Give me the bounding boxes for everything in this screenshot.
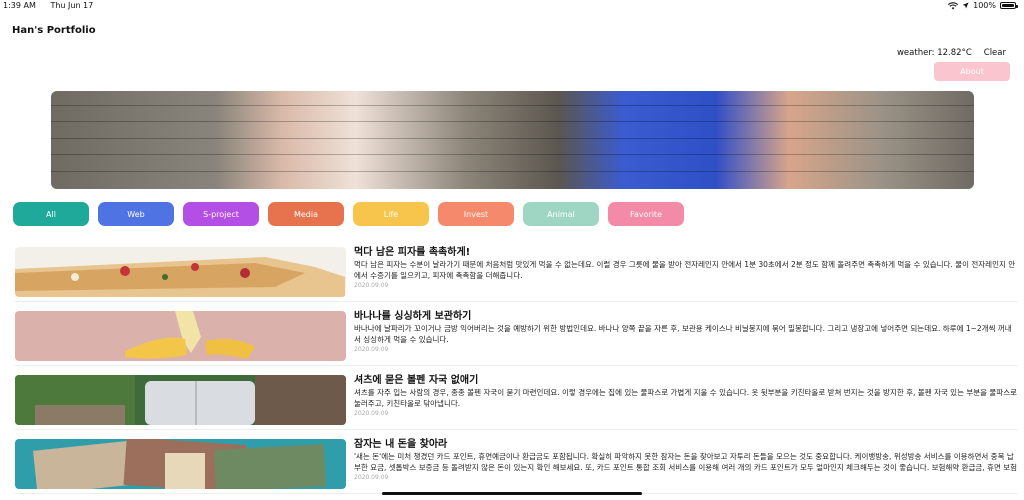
post-summary: 바나나에 날파리가 꼬이거나 금방 익어버리는 것을 예방하기 위한 방법인데요… (354, 324, 1012, 344)
status-bar: 1:39 AM Thu Jun 17 100% (0, 0, 1024, 12)
category-filter-bar: All Web S-project Media Life Invest Animal Favo… (13, 202, 684, 226)
status-date: Thu Jun 17 (50, 1, 94, 10)
weather-temperature: weather: 12.82°C (896, 48, 972, 58)
category-chip-invest[interactable]: Invest (438, 202, 514, 226)
list-item[interactable]: 바나나를 싱싱하게 보관하기 바나나에 날파리가 꼬이거나 금방 익어버리는 것… (15, 302, 1018, 366)
post-title: 바나나를 싱싱하게 보관하기 (354, 311, 472, 322)
post-summary: 셔츠를 자주 입는 사람의 경우, 종종 볼펜 자국이 묻기 마련인데요. 이렇… (354, 388, 1018, 408)
post-body: 바나나를 싱싱하게 보관하기 바나나에 날파리가 꼬이거나 금방 익어버리는 것… (354, 310, 1018, 354)
weather-condition: Clear (983, 48, 1006, 58)
list-item[interactable]: 먹다 남은 피자를 촉촉하게! 먹다 남은 피자는 수분이 날라가기 때문에 처… (15, 238, 1018, 302)
post-title: 셔츠에 묻은 볼펜 자국 없애기 (354, 375, 479, 386)
category-chip-animal[interactable]: Animal (523, 202, 599, 226)
post-summary: 먹다 남은 피자는 수분이 날라가기 때문에 처음처럼 맛있게 먹을 수 없는데… (354, 260, 1016, 280)
post-date: 2020.09.09 (354, 474, 389, 481)
status-time: 1:39 AM (3, 1, 36, 10)
post-date: 2020.09.09 (354, 410, 389, 417)
post-title: 먹다 남은 피자를 촉촉하게! (354, 247, 471, 258)
category-chip-s-project[interactable]: S-project (183, 202, 259, 226)
status-right: 100% (948, 1, 1018, 10)
post-thumbnail-banana (15, 311, 346, 361)
banner-image (51, 91, 974, 189)
category-chip-web[interactable]: Web (98, 202, 174, 226)
post-body: 잠자는 내 돈을 찾아라 '새는 돈'에는 미처 챙겼던 카드 포인트, 휴면예… (354, 438, 1018, 482)
post-summary: '새는 돈'에는 미처 챙겼던 카드 포인트, 휴면예금이나 환급금도 포함됩니… (354, 452, 1018, 472)
list-item[interactable]: 셔츠에 묻은 볼펜 자국 없애기 셔츠를 자주 입는 사람의 경우, 종종 볼펜… (15, 366, 1018, 430)
post-date: 2020.09.09 (354, 346, 389, 353)
battery-percent: 100% (973, 1, 996, 10)
post-title: 잠자는 내 돈을 찾아라 (354, 439, 448, 450)
category-chip-life[interactable]: Life (353, 202, 429, 226)
post-body: 셔츠에 묻은 볼펜 자국 없애기 셔츠를 자주 입는 사람의 경우, 종종 볼펜… (354, 374, 1018, 418)
post-thumbnail-money (15, 439, 346, 489)
about-button[interactable]: About (934, 62, 1010, 81)
list-item[interactable]: 잠자는 내 돈을 찾아라 '새는 돈'에는 미처 챙겼던 카드 포인트, 휴면예… (15, 430, 1018, 494)
category-chip-all[interactable]: All (13, 202, 89, 226)
post-date: 2020.09.09 (354, 282, 389, 289)
location-icon (962, 2, 969, 9)
status-left: 1:39 AM Thu Jun 17 (3, 1, 105, 10)
wifi-icon (948, 1, 959, 9)
post-body: 먹다 남은 피자를 촉촉하게! 먹다 남은 피자는 수분이 날라가기 때문에 처… (354, 246, 1018, 290)
weather-row: weather: 12.82°C Clear (897, 48, 1006, 58)
post-list: 먹다 남은 피자를 촉촉하게! 먹다 남은 피자는 수분이 날라가기 때문에 처… (15, 238, 1018, 494)
post-thumbnail-shirt (15, 375, 346, 425)
home-indicator[interactable] (382, 492, 642, 495)
battery-icon (1000, 2, 1018, 9)
app-title: Han's Portfolio (12, 25, 96, 36)
category-chip-media[interactable]: Media (268, 202, 344, 226)
post-thumbnail-pizza (15, 247, 346, 297)
category-chip-favorite[interactable]: Favorite (608, 202, 684, 226)
